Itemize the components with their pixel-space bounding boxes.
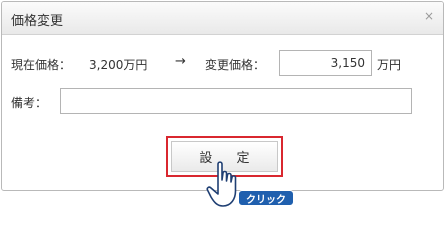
new-price-label: 変更価格：	[205, 58, 266, 72]
arrow-right-icon: →	[175, 54, 186, 69]
memo-input[interactable]	[60, 88, 412, 114]
hand-pointer-icon	[206, 161, 237, 207]
memo-label: 備考：	[11, 96, 48, 110]
current-price-value: 3,200万円	[89, 58, 148, 72]
close-icon[interactable]: ×	[424, 8, 434, 24]
new-price-unit: 万円	[377, 58, 402, 72]
new-price-input[interactable]	[279, 50, 372, 76]
dialog-titlebar: 価格変更 ×	[2, 2, 443, 35]
click-badge: クリック	[238, 190, 294, 206]
dialog-title: 価格変更	[11, 14, 64, 29]
current-price-label: 現在価格：	[11, 58, 72, 72]
